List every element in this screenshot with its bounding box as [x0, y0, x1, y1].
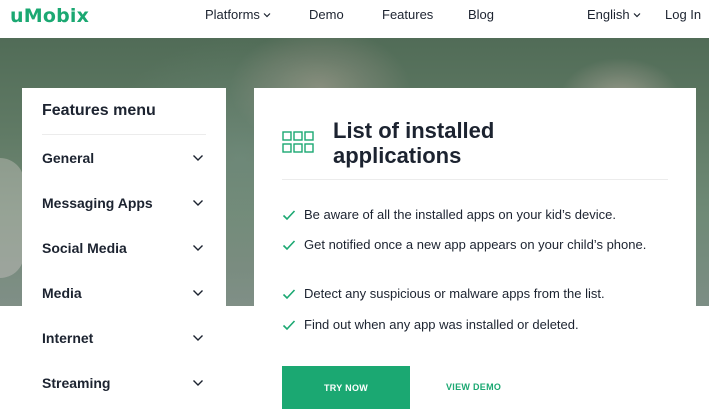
features-sidebar: Features menu General Messaging Apps Soc…: [22, 88, 226, 416]
hero-decoration: [0, 158, 24, 278]
check-icon: [282, 320, 296, 331]
check-icon: [282, 210, 296, 221]
nav-features-label: Features: [382, 7, 434, 22]
feature-text: Detect any suspicious or malware apps fr…: [304, 286, 605, 301]
nav-blog[interactable]: Blog: [468, 7, 494, 22]
sidebar-item-media[interactable]: Media: [42, 281, 204, 305]
login-label: Log In: [665, 7, 702, 22]
sidebar-item-social-media[interactable]: Social Media: [42, 236, 204, 260]
sidebar-item-messaging-apps[interactable]: Messaging Apps: [42, 191, 204, 215]
sidebar-item-label: Streaming: [42, 375, 111, 391]
check-icon: [282, 289, 296, 300]
feature-text: Be aware of all the installed apps on yo…: [304, 207, 616, 222]
feature-text: Find out when any app was installed or d…: [304, 317, 579, 332]
sidebar-item-label: Social Media: [42, 240, 127, 256]
sidebar-item-internet[interactable]: Internet: [42, 326, 204, 350]
logo[interactable]: uMobix: [10, 5, 89, 27]
sidebar-item-label: Media: [42, 285, 82, 301]
chevron-down-icon: [193, 245, 203, 251]
chevron-down-icon: [193, 155, 203, 161]
login-link[interactable]: Log In: [665, 7, 701, 22]
feature-list-item: Get notified once a new app appears on y…: [282, 236, 662, 254]
nav-platforms[interactable]: Platforms: [205, 7, 271, 22]
language-selector[interactable]: English: [587, 7, 641, 22]
page-title: List of installed applications: [333, 118, 495, 168]
try-now-button[interactable]: TRY NOW: [282, 366, 410, 409]
divider: [42, 134, 206, 135]
nav-demo[interactable]: Demo: [309, 7, 344, 22]
chevron-down-icon: [193, 290, 203, 296]
nav-blog-label: Blog: [468, 7, 495, 22]
feature-detail-card: List of installed applications Be aware …: [254, 88, 696, 416]
sidebar-title: Features menu: [42, 102, 156, 119]
feature-list-item: Be aware of all the installed apps on yo…: [282, 206, 662, 224]
nav-platforms-label: Platforms: [205, 7, 260, 22]
sidebar-item-label: General: [42, 150, 95, 166]
nav-demo-label: Demo: [309, 7, 344, 22]
sidebar-item-label: Messaging Apps: [42, 195, 153, 211]
feature-list-item: Detect any suspicious or malware apps fr…: [282, 285, 662, 303]
sidebar-item-general[interactable]: General: [42, 146, 204, 170]
chevron-down-icon: [263, 12, 271, 17]
grid-icon: [282, 131, 314, 153]
chevron-down-icon: [633, 12, 641, 17]
divider: [282, 179, 668, 180]
feature-text: Get notified once a new app appears on y…: [304, 237, 647, 252]
check-icon: [282, 240, 296, 251]
sidebar-item-label: Internet: [42, 330, 94, 346]
chevron-down-icon: [193, 335, 203, 341]
chevron-down-icon: [193, 200, 203, 206]
top-navigation: uMobix Platforms Demo Features Blog Engl…: [0, 0, 709, 38]
view-demo-link[interactable]: VIEW DEMO: [446, 382, 501, 392]
nav-features[interactable]: Features: [382, 7, 433, 22]
sidebar-item-streaming[interactable]: Streaming: [42, 371, 204, 395]
feature-list-item: Find out when any app was installed or d…: [282, 316, 662, 334]
language-label: English: [587, 7, 630, 22]
chevron-down-icon: [193, 380, 203, 386]
